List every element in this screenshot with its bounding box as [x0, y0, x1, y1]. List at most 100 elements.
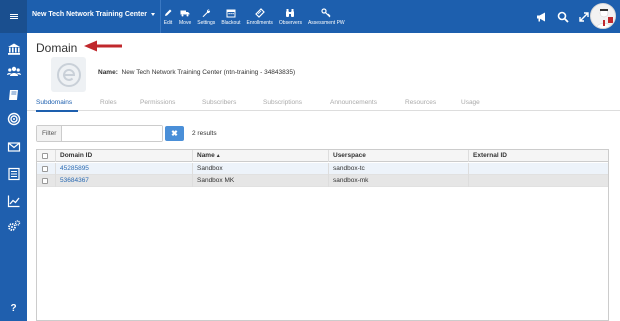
- clear-filter-button[interactable]: ✖: [165, 126, 184, 141]
- close-icon: ✖: [171, 129, 178, 138]
- column-header-label: Userspace: [333, 152, 366, 159]
- row-select-cell: [37, 163, 55, 175]
- blackout-button[interactable]: Blackout: [218, 0, 243, 33]
- column-header-userspace[interactable]: Userspace: [328, 149, 468, 162]
- assessment-pw-button[interactable]: Assessment PW: [305, 0, 348, 33]
- pencil-icon: [165, 9, 172, 16]
- megaphone-icon[interactable]: [536, 11, 548, 23]
- truck-icon: [180, 10, 190, 16]
- settings-label: Settings: [197, 19, 216, 26]
- menu-toggle-button[interactable]: [0, 0, 27, 33]
- org-name: New Tech Network Training Center: [32, 11, 148, 18]
- wrench-icon: [202, 8, 211, 17]
- users-icon: [6, 66, 21, 76]
- page-title: Domain: [36, 41, 78, 55]
- select-all-checkbox[interactable]: [42, 152, 48, 159]
- sidebar-item-lists[interactable]: [0, 164, 27, 184]
- column-header-name[interactable]: Name ▲: [192, 149, 328, 162]
- caret-down-icon: [151, 13, 156, 16]
- table-header-row: Domain ID Name ▲ Userspace External ID: [37, 149, 608, 162]
- row-checkbox[interactable]: [42, 177, 48, 184]
- avatar-figure-icon: [596, 8, 613, 28]
- move-button[interactable]: Move: [176, 0, 194, 33]
- table-row[interactable]: 45285895 Sandbox sandbox-tc: [37, 162, 608, 175]
- tab-usage[interactable]: Usage: [461, 99, 480, 106]
- column-header-external-id[interactable]: External ID: [468, 149, 608, 162]
- row-checkbox[interactable]: [42, 165, 48, 172]
- top-bar: New Tech Network Training Center Edit Mo…: [0, 0, 620, 33]
- hamburger-icon: [9, 16, 18, 17]
- envelope-icon: [7, 142, 20, 152]
- sort-asc-icon: ▲: [215, 152, 221, 159]
- name-value: New Tech Network Training Center (ntn-tr…: [121, 69, 296, 76]
- observers-button[interactable]: Observers: [276, 0, 305, 33]
- tab-resources[interactable]: Resources: [405, 99, 436, 106]
- results-count: 2 results: [192, 130, 217, 137]
- domain-id-link[interactable]: 53684367: [60, 177, 89, 184]
- sidebar-item-reports[interactable]: [0, 191, 27, 211]
- sidebar-item-settings[interactable]: [0, 216, 27, 236]
- external-id-cell: [468, 174, 608, 187]
- help-button[interactable]: ?: [0, 298, 27, 318]
- name-cell: Sandbox: [192, 162, 328, 175]
- tab-permissions[interactable]: Permissions: [140, 99, 175, 106]
- filter-input[interactable]: [62, 126, 162, 141]
- subdomains-table: Domain ID Name ▲ Userspace External ID 45…: [36, 149, 609, 321]
- help-icon: ?: [10, 302, 17, 314]
- external-id-cell: [468, 162, 608, 175]
- tab-subdomains[interactable]: Subdomains: [36, 99, 72, 106]
- tab-subscribers[interactable]: Subscribers: [202, 99, 236, 106]
- row-select-cell: [37, 175, 55, 187]
- tab-subscriptions[interactable]: Subscriptions: [263, 99, 302, 106]
- edit-label: Edit: [163, 19, 173, 26]
- book-icon: [8, 90, 18, 100]
- toolbar: Edit Move Settings Blackout Enrollments …: [160, 0, 348, 33]
- cogs-icon: [7, 220, 20, 231]
- sidebar-item-domains[interactable]: [0, 39, 27, 59]
- column-header-label: External ID: [473, 152, 507, 159]
- tab-roles[interactable]: Roles: [100, 99, 117, 106]
- active-tab-indicator: [36, 110, 78, 112]
- institution-icon: [7, 43, 20, 55]
- sidebar-item-objectives[interactable]: [0, 109, 27, 129]
- org-selector[interactable]: New Tech Network Training Center: [32, 11, 156, 18]
- logo-e-icon: [56, 62, 81, 87]
- domain-id-link[interactable]: 45285895: [60, 165, 89, 172]
- assessment-pw-label: Assessment PW: [307, 19, 345, 26]
- main-content: Domain Name: New Tech Network Training C…: [27, 33, 620, 321]
- column-header-label: Name: [197, 152, 215, 159]
- calendar-icon: [226, 9, 236, 17]
- enrollments-button[interactable]: Enrollments: [244, 0, 276, 33]
- annotation-arrow-icon: [84, 40, 122, 52]
- ticket-icon: [254, 7, 265, 18]
- header-actions: [536, 0, 590, 33]
- settings-button[interactable]: Settings: [194, 0, 218, 33]
- target-icon: [7, 112, 20, 126]
- select-all-cell: [37, 150, 55, 162]
- column-header-domain-id[interactable]: Domain ID: [55, 149, 192, 162]
- domain-logo: [51, 57, 86, 92]
- filter-control: Filter: [36, 125, 163, 142]
- binoculars-icon: [286, 8, 295, 17]
- sidebar-item-messages[interactable]: [0, 137, 27, 157]
- user-avatar[interactable]: [590, 3, 616, 29]
- domain-id-cell: 45285895: [55, 162, 192, 175]
- expand-icon[interactable]: [578, 11, 590, 23]
- enrollments-label: Enrollments: [246, 19, 273, 26]
- blackout-label: Blackout: [221, 19, 241, 26]
- column-header-label: Domain ID: [60, 152, 93, 159]
- chart-icon: [7, 195, 20, 208]
- table-row[interactable]: 53684367 Sandbox MK sandbox-mk: [37, 174, 608, 187]
- filter-label: Filter: [37, 126, 63, 141]
- sidebar-item-users[interactable]: [0, 61, 27, 81]
- search-icon[interactable]: [557, 11, 569, 23]
- key-icon: [321, 7, 331, 17]
- domain-id-cell: 53684367: [55, 174, 192, 187]
- list-icon: [7, 167, 20, 181]
- tab-announcements[interactable]: Announcements: [330, 99, 377, 106]
- domain-name-row: Name: New Tech Network Training Center (…: [98, 69, 295, 76]
- sidebar-item-courses[interactable]: [0, 85, 27, 105]
- edit-button[interactable]: Edit: [160, 0, 176, 33]
- name-cell: Sandbox MK: [192, 174, 328, 187]
- sidebar: ?: [0, 33, 27, 321]
